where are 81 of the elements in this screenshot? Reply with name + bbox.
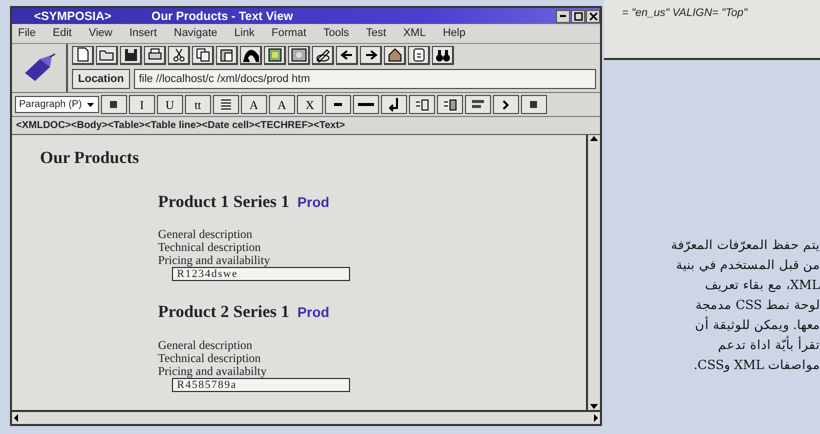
location-field[interactable]: file //localhost/c /xml/docs/prod htm — [134, 68, 596, 89]
back-arrow-button[interactable] — [336, 46, 358, 64]
scroll-left-icon[interactable] — [12, 412, 20, 424]
image-button[interactable] — [288, 46, 310, 64]
undo-button[interactable] — [240, 46, 262, 64]
format-button[interactable] — [352, 95, 379, 114]
format-button[interactable] — [408, 95, 435, 114]
home-button[interactable] — [384, 46, 406, 64]
pen-button[interactable] — [312, 46, 334, 64]
format-button[interactable] — [464, 95, 491, 114]
format-button[interactable] — [324, 95, 351, 114]
menu-item[interactable]: Format — [271, 25, 306, 42]
minimize-icon — [560, 15, 566, 17]
description-text: General description — [158, 228, 254, 241]
close-button[interactable] — [586, 10, 600, 22]
window-title: Our Products - Text View — [151, 8, 293, 25]
menu-item[interactable]: View — [88, 25, 112, 42]
format-button[interactable]: U — [156, 95, 183, 114]
menu-item[interactable]: File — [18, 25, 36, 42]
vertical-scrollbar[interactable] — [586, 135, 600, 410]
return-arrow-icon — [388, 98, 399, 112]
maximize-button[interactable] — [571, 10, 585, 22]
caret-icon — [502, 100, 510, 110]
menu-item[interactable]: Link — [234, 25, 254, 42]
document-heading: Our Products — [40, 147, 140, 169]
app-name: <SYMPOSIA> — [34, 8, 112, 25]
format-button[interactable] — [380, 95, 407, 114]
minimize-button[interactable] — [556, 10, 570, 22]
product-link[interactable]: Prod — [297, 304, 330, 320]
picture-icon — [266, 46, 284, 64]
location-label: Location — [72, 68, 130, 89]
print-button[interactable] — [144, 46, 166, 64]
code-field[interactable]: R4585789a — [172, 378, 350, 392]
menu-item[interactable]: Test — [366, 25, 386, 42]
forward-arrow-button[interactable] — [360, 46, 382, 64]
binoculars-button[interactable] — [432, 46, 454, 64]
cut-button[interactable] — [168, 46, 190, 64]
description-text: Technical description — [158, 241, 262, 254]
menu-item[interactable]: Insert — [129, 25, 157, 42]
product-link[interactable]: Prod — [297, 194, 330, 210]
format-button[interactable]: I — [128, 95, 155, 114]
format-button[interactable] — [436, 95, 463, 114]
home-icon — [386, 46, 404, 64]
save-button[interactable] — [120, 46, 142, 64]
format-button[interactable] — [100, 95, 127, 114]
product-title: Product 2 Series 1 — [158, 302, 290, 321]
format-button[interactable]: X — [296, 95, 323, 114]
menu-item[interactable]: Help — [442, 25, 466, 42]
format-button[interactable]: A — [268, 95, 295, 114]
code-text: = "en_us" VALIGN= "Top" — [621, 6, 748, 21]
long-line-icon — [358, 103, 374, 106]
scroll-up-icon[interactable] — [590, 135, 598, 141]
format-button[interactable]: tt — [184, 95, 211, 114]
menu-item[interactable]: Navigate — [174, 25, 218, 42]
menu-item[interactable]: XML — [403, 25, 426, 42]
new-file-button[interactable] — [72, 46, 94, 64]
image-icon — [290, 46, 308, 64]
document-button[interactable] — [408, 46, 430, 64]
dropdown-arrow-icon — [86, 100, 95, 109]
menu-item[interactable]: Edit — [52, 25, 72, 42]
product-title: Product 1 Series 1 — [158, 192, 290, 210]
code-field[interactable]: R1234dswe — [172, 267, 350, 281]
format-button[interactable]: A — [240, 95, 267, 114]
description-text: Technical description — [158, 352, 262, 364]
open-folder-button[interactable] — [96, 46, 118, 64]
format-button[interactable] — [492, 95, 519, 114]
horizontal-scrollbar[interactable] — [12, 410, 600, 424]
style-dropdown[interactable]: Paragraph (P) — [15, 96, 99, 113]
description-text: Pricing and availability — [158, 254, 271, 267]
picture-button[interactable] — [264, 46, 286, 64]
scroll-right-icon[interactable] — [592, 412, 600, 424]
description-text: General description — [158, 338, 254, 352]
format-button[interactable] — [212, 95, 239, 114]
short-line-icon — [334, 103, 342, 106]
copy-icon — [194, 46, 212, 64]
copy-button[interactable] — [192, 46, 214, 64]
caption-text: يتم حفظ المعرّفات المعرّفة من قبل المستخدم في بنية XML، مع بقاء تعريف لوحة نمط CSS مدمجة معها. ويمكن للوثيقة أن تقرأ بأيّة اداة تدعم مواصفات XML وCSS. — [670, 236, 820, 374]
description-text: Pricing and availabilty — [158, 364, 268, 378]
format-button[interactable] — [520, 95, 547, 114]
menu-item[interactable]: Tools — [323, 25, 350, 42]
paste-button[interactable] — [216, 46, 238, 64]
